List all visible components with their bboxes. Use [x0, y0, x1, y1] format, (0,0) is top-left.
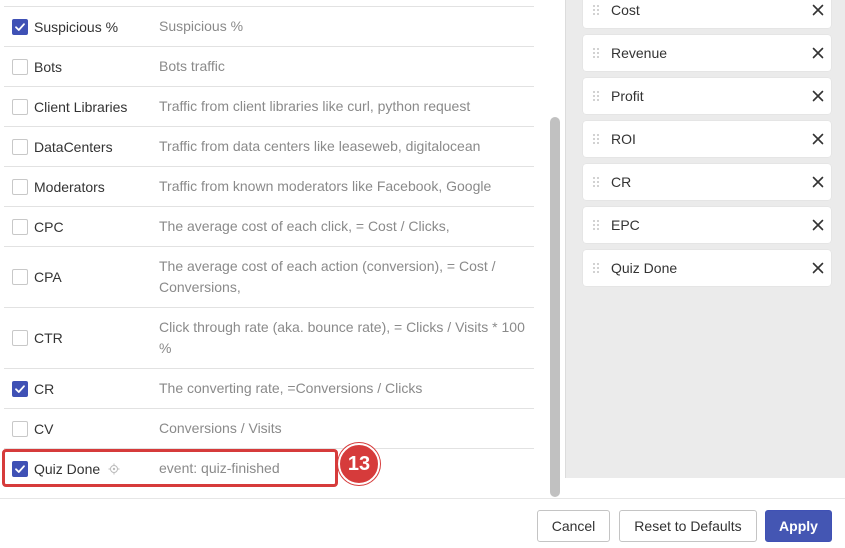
metric-description: The average cost of each action (convers…: [159, 258, 496, 295]
selected-column-label: ROI: [611, 131, 636, 147]
metric-description: Traffic from known moderators like Faceb…: [159, 178, 492, 194]
metric-description: Traffic from data centers like leaseweb,…: [159, 138, 481, 154]
metric-row[interactable]: CPC The average cost of each click, = Cos…: [4, 206, 534, 246]
metric-description: The converting rate, =Conversions / Clic…: [159, 380, 423, 396]
metric-name: CPA: [34, 269, 62, 285]
close-icon[interactable]: [812, 133, 824, 145]
metric-name: DataCenters: [34, 139, 113, 155]
metric-row[interactable]: DataCenters Traffic from data centers lik…: [4, 126, 534, 166]
metric-description: Traffic from client libraries like curl,…: [159, 98, 471, 114]
dialog-footer: Cancel Reset to Defaults Apply: [0, 498, 845, 548]
check-icon: [14, 21, 26, 33]
checkbox-unchecked[interactable]: [12, 269, 28, 285]
metric-row[interactable]: CPA The average cost of each action (conv…: [4, 246, 534, 307]
close-icon[interactable]: [812, 4, 824, 16]
metric-name: Client Libraries: [34, 99, 127, 115]
metric-description: Suspicious %: [159, 18, 244, 34]
selected-column-chip[interactable]: CR: [583, 164, 831, 200]
metric-row[interactable]: Bots Bots traffic: [4, 46, 534, 86]
selected-column-chip[interactable]: Profit: [583, 78, 831, 114]
checkbox-unchecked[interactable]: [12, 178, 28, 195]
checkbox-unchecked[interactable]: [12, 330, 28, 346]
metric-row[interactable]: CTR Click through rate (aka. bounce rate)…: [4, 307, 534, 368]
metric-name-text: Bots: [34, 58, 63, 75]
metric-name-text: CPC: [34, 218, 64, 235]
metric-name-text: CV: [34, 420, 54, 437]
metric-list: Suspicious % Suspicious % Bots Bots traffic…: [4, 6, 534, 488]
metric-description: The average cost of each click, = Cost /…: [159, 218, 450, 234]
metric-name-text: Suspicious %: [34, 18, 119, 35]
selected-column-label: Cost: [611, 2, 640, 18]
metric-name: CR: [34, 381, 54, 397]
close-icon[interactable]: [812, 90, 824, 102]
selected-column-label: EPC: [611, 217, 640, 233]
metric-row[interactable]: Client Libraries Traffic from client libr…: [4, 86, 534, 126]
metric-row[interactable]: CV Conversions / Visits: [4, 408, 534, 448]
selected-column-chip[interactable]: EPC: [583, 207, 831, 243]
metric-row[interactable]: Suspicious % Suspicious %: [4, 6, 534, 46]
selected-column-chip[interactable]: Revenue: [583, 35, 831, 71]
selected-columns-panel: Cost Revenue Profit ROI CR EPC Quiz Done: [565, 0, 845, 478]
metric-name: CPC: [34, 219, 64, 235]
checkbox-checked[interactable]: [12, 380, 28, 397]
selected-column-label: Profit: [611, 88, 644, 104]
drag-handle-icon[interactable]: [592, 262, 600, 274]
step-badge: 13: [338, 443, 380, 485]
scrollbar-thumb[interactable]: [550, 117, 560, 497]
check-icon: [14, 383, 26, 395]
selected-column-chip[interactable]: ROI: [583, 121, 831, 157]
drag-handle-icon[interactable]: [592, 219, 600, 231]
metric-name-text: DataCenters: [34, 138, 113, 155]
selected-column-chip[interactable]: Cost: [583, 0, 831, 28]
metric-name-text: Client Libraries: [34, 98, 128, 115]
drag-handle-icon[interactable]: [592, 47, 600, 59]
metric-name: CTR: [34, 330, 63, 346]
metric-description: Bots traffic: [159, 58, 225, 74]
checkbox-checked[interactable]: [12, 18, 28, 35]
reset-to-defaults-button[interactable]: Reset to Defaults: [619, 510, 757, 542]
close-icon[interactable]: [812, 176, 824, 188]
metric-name: Suspicious %: [34, 19, 118, 35]
cancel-button[interactable]: Cancel: [537, 510, 610, 542]
apply-button[interactable]: Apply: [765, 510, 832, 542]
drag-handle-icon[interactable]: [592, 4, 600, 16]
metric-description: Click through rate (aka. bounce rate), =…: [159, 319, 525, 356]
metric-name-text: CTR: [34, 330, 63, 346]
checkbox-unchecked[interactable]: [12, 98, 28, 115]
metric-name: CV: [34, 421, 53, 437]
drag-handle-icon[interactable]: [592, 176, 600, 188]
checkbox-unchecked[interactable]: [12, 218, 28, 235]
selected-columns-list: Cost Revenue Profit ROI CR EPC Quiz Done: [583, 0, 831, 293]
drag-handle-icon[interactable]: [592, 133, 600, 145]
checkbox-unchecked[interactable]: [12, 420, 28, 437]
metric-name: Bots: [34, 59, 62, 75]
metric-name-text: CR: [34, 380, 55, 397]
metric-name-text: CPA: [34, 269, 62, 285]
selected-column-label: CR: [611, 174, 632, 190]
metric-name: Moderators: [34, 179, 105, 195]
metric-name-text: Moderators: [34, 178, 105, 195]
available-metrics-panel: Suspicious % Suspicious % Bots Bots traffic…: [0, 0, 565, 498]
metric-description: Conversions / Visits: [159, 420, 282, 436]
selected-column-label: Quiz Done: [611, 260, 678, 276]
checkbox-unchecked[interactable]: [12, 138, 28, 155]
close-icon[interactable]: [812, 47, 824, 59]
checkbox-unchecked[interactable]: [12, 58, 28, 75]
drag-handle-icon[interactable]: [592, 90, 600, 102]
highlight-annotation: [2, 449, 338, 487]
metric-row[interactable]: Moderators Traffic from known moderators …: [4, 166, 534, 206]
selected-column-chip[interactable]: Quiz Done: [583, 250, 831, 286]
close-icon[interactable]: [812, 219, 824, 231]
selected-column-label: Revenue: [611, 45, 668, 61]
metric-row[interactable]: CR The converting rate, =Conversions / Cl…: [4, 368, 534, 408]
close-icon[interactable]: [812, 262, 824, 274]
